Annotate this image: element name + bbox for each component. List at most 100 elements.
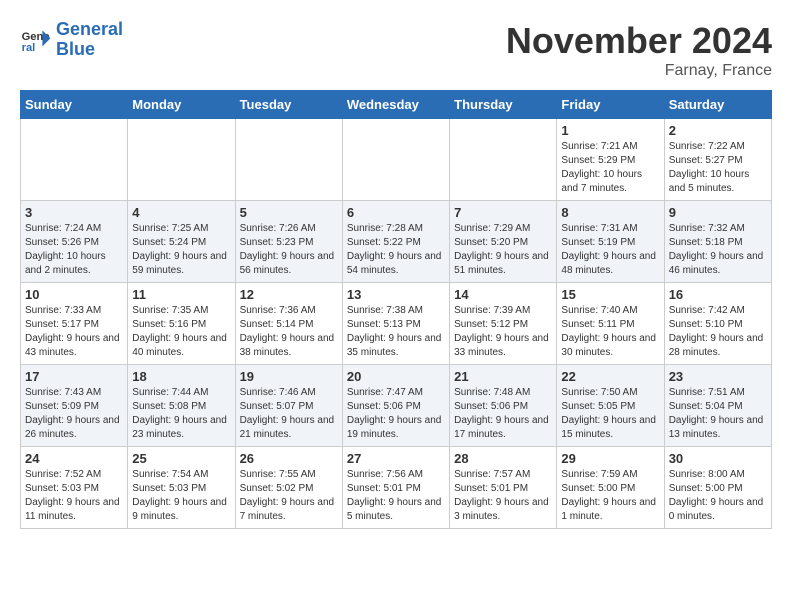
- day-number: 24: [25, 451, 123, 466]
- day-info: Sunrise: 8:00 AM Sunset: 5:00 PM Dayligh…: [669, 468, 767, 524]
- day-info: Sunrise: 7:57 AM Sunset: 5:01 PM Dayligh…: [454, 468, 552, 524]
- calendar-cell: 5 Sunrise: 7:26 AM Sunset: 5:23 PM Daylig…: [235, 201, 342, 283]
- day-info: Sunrise: 7:25 AM Sunset: 5:24 PM Dayligh…: [132, 222, 230, 278]
- logo-icon: Gene ral: [20, 24, 52, 56]
- calendar-cell: 11 Sunrise: 7:35 AM Sunset: 5:16 PM Dayli…: [128, 283, 235, 365]
- calendar-cell: [342, 119, 449, 201]
- day-number: 1: [561, 123, 659, 138]
- calendar-cell: 9 Sunrise: 7:32 AM Sunset: 5:18 PM Daylig…: [664, 201, 771, 283]
- day-number: 26: [240, 451, 338, 466]
- title-area: November 2024 Farnay, France: [506, 20, 772, 80]
- day-info: Sunrise: 7:31 AM Sunset: 5:19 PM Dayligh…: [561, 222, 659, 278]
- day-info: Sunrise: 7:32 AM Sunset: 5:18 PM Dayligh…: [669, 222, 767, 278]
- location: Farnay, France: [506, 62, 772, 80]
- day-info: Sunrise: 7:55 AM Sunset: 5:02 PM Dayligh…: [240, 468, 338, 524]
- day-info: Sunrise: 7:26 AM Sunset: 5:23 PM Dayligh…: [240, 222, 338, 278]
- page-header: Gene ral General Blue November 2024 Farn…: [20, 20, 772, 80]
- calendar-week-row: 17 Sunrise: 7:43 AM Sunset: 5:09 PM Dayli…: [21, 365, 772, 447]
- day-number: 15: [561, 287, 659, 302]
- day-number: 21: [454, 369, 552, 384]
- calendar-week-row: 3 Sunrise: 7:24 AM Sunset: 5:26 PM Daylig…: [21, 201, 772, 283]
- day-number: 3: [25, 205, 123, 220]
- day-info: Sunrise: 7:28 AM Sunset: 5:22 PM Dayligh…: [347, 222, 445, 278]
- calendar-cell: 26 Sunrise: 7:55 AM Sunset: 5:02 PM Dayli…: [235, 447, 342, 529]
- calendar-cell: 2Sunrise: 7:22 AM Sunset: 5:27 PM Daylig…: [664, 119, 771, 201]
- day-number: 14: [454, 287, 552, 302]
- day-number: 20: [347, 369, 445, 384]
- calendar-cell: 8 Sunrise: 7:31 AM Sunset: 5:19 PM Daylig…: [557, 201, 664, 283]
- calendar-cell: 22Sunrise: 7:50 AM Sunset: 5:05 PM Dayli…: [557, 365, 664, 447]
- calendar-week-row: 24 Sunrise: 7:52 AM Sunset: 5:03 PM Dayli…: [21, 447, 772, 529]
- day-number: 23: [669, 369, 767, 384]
- day-info: Sunrise: 7:40 AM Sunset: 5:11 PM Dayligh…: [561, 304, 659, 360]
- calendar-cell: 30 Sunrise: 8:00 AM Sunset: 5:00 PM Dayli…: [664, 447, 771, 529]
- calendar-cell: 3 Sunrise: 7:24 AM Sunset: 5:26 PM Daylig…: [21, 201, 128, 283]
- day-number: 16: [669, 287, 767, 302]
- calendar-cell: 21 Sunrise: 7:48 AM Sunset: 5:06 PM Dayli…: [450, 365, 557, 447]
- day-info: Sunrise: 7:22 AM Sunset: 5:27 PM Dayligh…: [669, 140, 767, 196]
- day-number: 30: [669, 451, 767, 466]
- day-number: 10: [25, 287, 123, 302]
- day-info: Sunrise: 7:52 AM Sunset: 5:03 PM Dayligh…: [25, 468, 123, 524]
- day-number: 28: [454, 451, 552, 466]
- calendar-week-row: 1 Sunrise: 7:21 AM Sunset: 5:29 PM Daylig…: [21, 119, 772, 201]
- day-number: 8: [561, 205, 659, 220]
- calendar-cell: 24 Sunrise: 7:52 AM Sunset: 5:03 PM Dayli…: [21, 447, 128, 529]
- day-info: Sunrise: 7:59 AM Sunset: 5:00 PM Dayligh…: [561, 468, 659, 524]
- weekday-header-monday: Monday: [128, 91, 235, 119]
- day-info: Sunrise: 7:35 AM Sunset: 5:16 PM Dayligh…: [132, 304, 230, 360]
- weekday-header-friday: Friday: [557, 91, 664, 119]
- calendar-cell: 13Sunrise: 7:38 AM Sunset: 5:13 PM Dayli…: [342, 283, 449, 365]
- day-info: Sunrise: 7:29 AM Sunset: 5:20 PM Dayligh…: [454, 222, 552, 278]
- day-number: 17: [25, 369, 123, 384]
- day-info: Sunrise: 7:47 AM Sunset: 5:06 PM Dayligh…: [347, 386, 445, 442]
- calendar-header-row: SundayMondayTuesdayWednesdayThursdayFrid…: [21, 91, 772, 119]
- day-number: 29: [561, 451, 659, 466]
- calendar-cell: 19 Sunrise: 7:46 AM Sunset: 5:07 PM Dayli…: [235, 365, 342, 447]
- calendar-cell: 10 Sunrise: 7:33 AM Sunset: 5:17 PM Dayli…: [21, 283, 128, 365]
- day-info: Sunrise: 7:46 AM Sunset: 5:07 PM Dayligh…: [240, 386, 338, 442]
- weekday-header-saturday: Saturday: [664, 91, 771, 119]
- day-info: Sunrise: 7:50 AM Sunset: 5:05 PM Dayligh…: [561, 386, 659, 442]
- day-number: 11: [132, 287, 230, 302]
- weekday-header-sunday: Sunday: [21, 91, 128, 119]
- day-info: Sunrise: 7:51 AM Sunset: 5:04 PM Dayligh…: [669, 386, 767, 442]
- calendar-cell: 29 Sunrise: 7:59 AM Sunset: 5:00 PM Dayli…: [557, 447, 664, 529]
- calendar-cell: [21, 119, 128, 201]
- day-info: Sunrise: 7:39 AM Sunset: 5:12 PM Dayligh…: [454, 304, 552, 360]
- calendar-cell: 23 Sunrise: 7:51 AM Sunset: 5:04 PM Dayli…: [664, 365, 771, 447]
- day-info: Sunrise: 7:36 AM Sunset: 5:14 PM Dayligh…: [240, 304, 338, 360]
- day-number: 5: [240, 205, 338, 220]
- day-number: 19: [240, 369, 338, 384]
- day-number: 18: [132, 369, 230, 384]
- calendar-cell: 16Sunrise: 7:42 AM Sunset: 5:10 PM Dayli…: [664, 283, 771, 365]
- day-number: 6: [347, 205, 445, 220]
- day-info: Sunrise: 7:21 AM Sunset: 5:29 PM Dayligh…: [561, 140, 659, 196]
- calendar-cell: 27 Sunrise: 7:56 AM Sunset: 5:01 PM Dayli…: [342, 447, 449, 529]
- calendar-cell: 1 Sunrise: 7:21 AM Sunset: 5:29 PM Daylig…: [557, 119, 664, 201]
- day-number: 13: [347, 287, 445, 302]
- day-info: Sunrise: 7:33 AM Sunset: 5:17 PM Dayligh…: [25, 304, 123, 360]
- day-info: Sunrise: 7:44 AM Sunset: 5:08 PM Dayligh…: [132, 386, 230, 442]
- day-info: Sunrise: 7:24 AM Sunset: 5:26 PM Dayligh…: [25, 222, 123, 278]
- day-info: Sunrise: 7:48 AM Sunset: 5:06 PM Dayligh…: [454, 386, 552, 442]
- day-number: 7: [454, 205, 552, 220]
- calendar-cell: 15 Sunrise: 7:40 AM Sunset: 5:11 PM Dayli…: [557, 283, 664, 365]
- logo: Gene ral General Blue: [20, 20, 123, 60]
- day-info: Sunrise: 7:56 AM Sunset: 5:01 PM Dayligh…: [347, 468, 445, 524]
- calendar-cell: 17 Sunrise: 7:43 AM Sunset: 5:09 PM Dayli…: [21, 365, 128, 447]
- calendar-cell: 25Sunrise: 7:54 AM Sunset: 5:03 PM Dayli…: [128, 447, 235, 529]
- calendar-cell: [128, 119, 235, 201]
- weekday-header-thursday: Thursday: [450, 91, 557, 119]
- day-number: 9: [669, 205, 767, 220]
- calendar-cell: 7 Sunrise: 7:29 AM Sunset: 5:20 PM Daylig…: [450, 201, 557, 283]
- day-info: Sunrise: 7:43 AM Sunset: 5:09 PM Dayligh…: [25, 386, 123, 442]
- calendar-cell: 18 Sunrise: 7:44 AM Sunset: 5:08 PM Dayli…: [128, 365, 235, 447]
- day-number: 4: [132, 205, 230, 220]
- calendar-cell: [450, 119, 557, 201]
- logo-line1: General: [56, 20, 123, 40]
- svg-text:ral: ral: [22, 42, 36, 54]
- day-number: 27: [347, 451, 445, 466]
- calendar-cell: 14 Sunrise: 7:39 AM Sunset: 5:12 PM Dayli…: [450, 283, 557, 365]
- day-number: 12: [240, 287, 338, 302]
